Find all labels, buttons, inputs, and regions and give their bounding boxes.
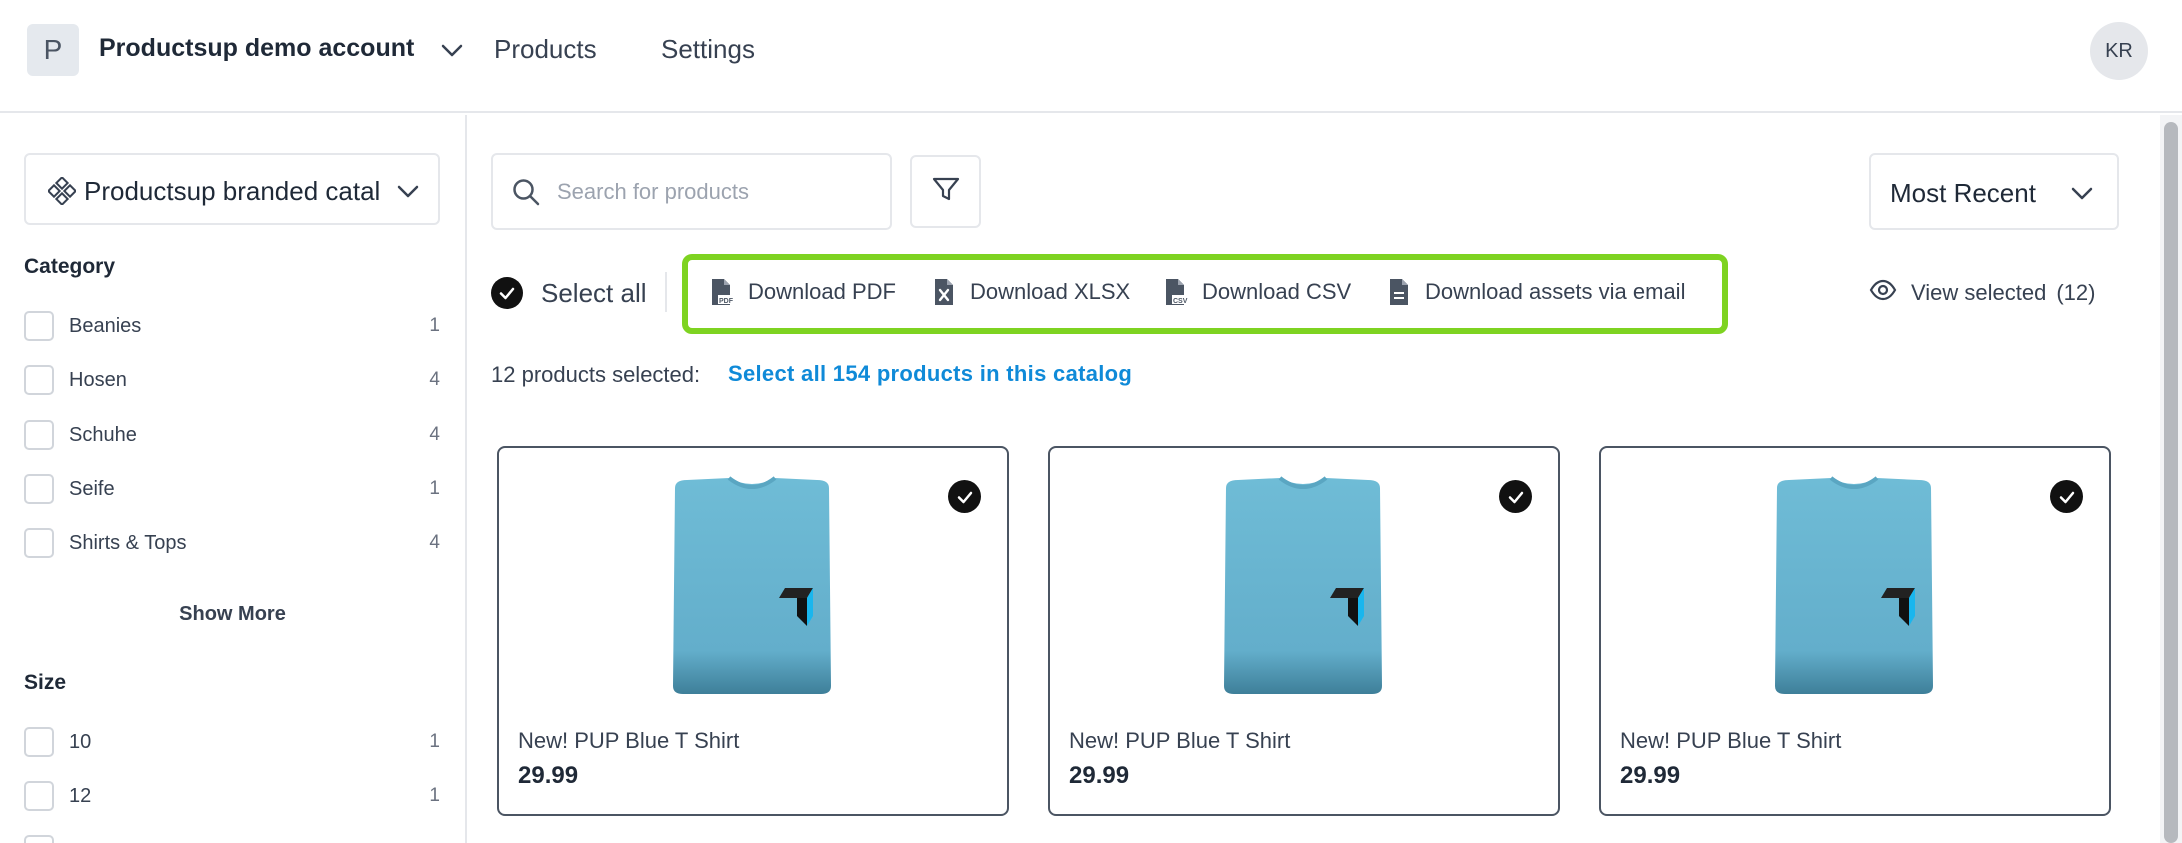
product-image [1769, 476, 1939, 696]
scrollbar-thumb[interactable] [2164, 122, 2178, 843]
checkbox[interactable] [24, 365, 54, 395]
facet-option-count: 4 [429, 424, 440, 445]
facet-option-label: 10 [69, 731, 92, 753]
selected-checkmark-icon[interactable] [2050, 480, 2083, 513]
checkbox[interactable] [24, 474, 54, 504]
product-card[interactable]: New! PUP Blue T Shirt 29.99 [1048, 446, 1560, 816]
facet-option-count: 1 [429, 785, 440, 806]
chevron-down-icon [2068, 179, 2096, 207]
document-icon [1387, 278, 1411, 306]
filter-sidebar: Productsup branded catal Category Beanie… [0, 115, 467, 843]
checkbox[interactable] [24, 420, 54, 450]
download-csv-label: Download CSV [1202, 279, 1352, 304]
search-icon [511, 177, 541, 207]
catalog-nodes-icon [46, 175, 78, 207]
nav-settings[interactable]: Settings [661, 34, 755, 65]
facet-option-hosen[interactable]: Hosen 4 [24, 363, 440, 397]
facet-option-schuhe[interactable]: Schuhe 4 [24, 418, 440, 452]
search-input[interactable] [557, 173, 877, 211]
download-assets-email-button[interactable]: Download assets via email [1387, 278, 1685, 306]
facet-option-label: 12 [69, 785, 92, 807]
product-name: New! PUP Blue T Shirt [518, 728, 740, 753]
facet-option-size-10[interactable]: 10 1 [24, 725, 440, 759]
facet-option-size-12[interactable]: 12 1 [24, 779, 440, 813]
checkbox[interactable] [24, 528, 54, 558]
product-image [667, 476, 837, 696]
checkbox[interactable] [24, 781, 54, 811]
product-price: 29.99 [1069, 762, 1130, 789]
facet-option-count: 1 [429, 315, 440, 336]
nav-products[interactable]: Products [494, 34, 597, 65]
product-image [1218, 476, 1388, 696]
checkmark-circle-icon [491, 277, 523, 309]
download-pdf-button[interactable]: PDF Download PDF [710, 278, 896, 306]
select-all-toggle[interactable]: Select all [491, 275, 647, 311]
facet-option-count: 1 [429, 478, 440, 499]
sort-dropdown[interactable]: Most Recent [1869, 153, 2119, 230]
catalog-selector[interactable]: Productsup branded catal [24, 153, 440, 225]
checkbox[interactable] [24, 835, 54, 843]
select-all-catalog-link[interactable]: Select all 154 products in this catalog [728, 361, 1132, 387]
download-xlsx-label: Download XLSX [970, 279, 1131, 304]
download-csv-button[interactable]: CSV Download CSV [1164, 278, 1351, 306]
facet-title-category: Category [24, 255, 116, 278]
account-avatar[interactable]: P [27, 24, 79, 76]
svg-text:CSV: CSV [1173, 298, 1188, 305]
download-xlsx-button[interactable]: Download XLSX [932, 278, 1130, 306]
facet-option-label: Shirts & Tops [69, 532, 187, 554]
product-price: 29.99 [518, 762, 579, 789]
filter-button[interactable] [910, 155, 981, 228]
facet-option-count: 4 [429, 532, 440, 553]
catalog-selector-label: Productsup branded catal [84, 176, 381, 206]
download-assets-email-label: Download assets via email [1425, 279, 1686, 304]
selected-checkmark-icon[interactable] [948, 480, 981, 513]
facet-option-label: Hosen [69, 369, 127, 391]
view-selected-count: (12) [2056, 279, 2096, 305]
xlsx-file-icon [932, 278, 956, 306]
product-card[interactable]: New! PUP Blue T Shirt 29.99 [497, 446, 1009, 816]
divider [665, 272, 667, 312]
sort-selected-value: Most Recent [1890, 178, 2036, 208]
filter-funnel-icon [931, 174, 961, 209]
facet-option-shirts-tops[interactable]: Shirts & Tops 4 [24, 526, 440, 560]
checkbox[interactable] [24, 727, 54, 757]
selected-checkmark-icon[interactable] [1499, 480, 1532, 513]
top-navigation-bar: P Productsup demo account Products Setti… [0, 0, 2182, 113]
account-name[interactable]: Productsup demo account [99, 34, 414, 63]
eye-icon [1869, 279, 1897, 306]
search-box[interactable] [491, 153, 892, 230]
facet-option-count: 1 [429, 731, 440, 752]
facet-title-size: Size [24, 671, 67, 694]
facet-option-count: 4 [429, 369, 440, 390]
user-avatar[interactable]: KR [2090, 22, 2148, 80]
facet-option-partial[interactable] [24, 833, 440, 843]
download-pdf-label: Download PDF [748, 279, 896, 304]
facet-option-label: Beanies [69, 315, 142, 337]
selection-count-text: 12 products selected: [491, 362, 701, 387]
view-selected-button[interactable]: View selected (12) [1869, 279, 2095, 306]
pdf-file-icon: PDF [710, 278, 734, 306]
product-card[interactable]: New! PUP Blue T Shirt 29.99 [1599, 446, 2111, 816]
csv-file-icon: CSV [1164, 278, 1188, 306]
show-more-button[interactable]: Show More [0, 603, 465, 626]
facet-option-beanies[interactable]: Beanies 1 [24, 309, 440, 343]
product-name: New! PUP Blue T Shirt [1069, 728, 1291, 753]
facet-option-label: Schuhe [69, 424, 137, 446]
checkbox[interactable] [24, 311, 54, 341]
product-price: 29.99 [1620, 762, 1681, 789]
chevron-down-icon [394, 177, 422, 205]
view-selected-label: View selected [1911, 279, 2047, 305]
facet-option-seife[interactable]: Seife 1 [24, 472, 440, 506]
account-switcher-chevron-down-icon[interactable] [437, 36, 467, 66]
facet-option-label: Seife [69, 478, 115, 500]
select-all-label: Select all [541, 277, 647, 308]
svg-text:PDF: PDF [719, 298, 734, 305]
product-name: New! PUP Blue T Shirt [1620, 728, 1842, 753]
